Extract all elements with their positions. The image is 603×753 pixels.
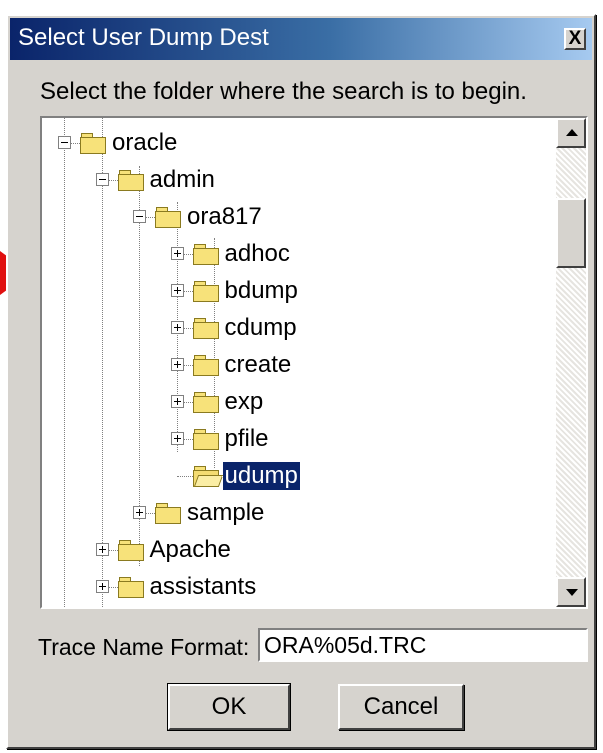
tree-item-label: adhoc [224, 240, 290, 267]
tree-item-label: assistants [149, 573, 257, 600]
tree-item-admin[interactable]: admin [42, 163, 556, 199]
collapse-icon[interactable] [133, 210, 146, 223]
tree-item-label: Apache [149, 536, 231, 563]
expand-icon[interactable] [170, 247, 184, 260]
folder-icon [155, 207, 181, 228]
tree-item-label: bdump [224, 277, 298, 304]
expand-icon[interactable] [95, 543, 109, 556]
tree-item-bdump[interactable]: bdump [42, 274, 556, 310]
collapse-icon[interactable] [58, 136, 71, 149]
tree-item-ora817[interactable]: ora817 [42, 200, 556, 236]
tree-item-label: sample [187, 499, 265, 526]
scroll-down-button[interactable] [556, 577, 586, 607]
tree-item-pfile[interactable]: pfile [42, 422, 556, 458]
expand-icon[interactable] [170, 321, 184, 334]
scroll-up-button[interactable] [556, 118, 586, 148]
folder-icon [192, 392, 219, 413]
open-folder-icon [192, 466, 223, 487]
folder-tree-content: oracle admin ora817 adhoc bdump cdump create ex… [42, 118, 556, 607]
folder-icon [192, 429, 219, 450]
dialog-title: Select User Dump Dest [18, 24, 269, 51]
folder-icon [117, 577, 144, 598]
folder-tree[interactable]: oracle admin ora817 adhoc bdump cdump create ex… [40, 116, 588, 609]
collapse-icon[interactable] [95, 173, 109, 186]
tree-item-label: exp [224, 388, 264, 415]
tree-item-cdump[interactable]: cdump [42, 311, 556, 347]
tree-item-assistants[interactable]: assistants [42, 570, 556, 606]
tree-item-adhoc[interactable]: adhoc [42, 237, 556, 273]
tree-item-label: ora817 [187, 203, 262, 230]
tree-item-label: pfile [224, 425, 269, 452]
tree-scrollbar[interactable] [556, 118, 586, 607]
expand-icon[interactable] [133, 506, 146, 519]
tree-item-label: admin [149, 166, 215, 193]
folder-icon [192, 244, 219, 265]
ok-button[interactable]: OK [167, 683, 291, 731]
tree-item-label: oracle [112, 129, 178, 156]
trace-name-format-label: Trace Name Format: [38, 634, 250, 660]
expand-icon[interactable] [170, 432, 184, 445]
select-user-dump-dest-dialog: Select User Dump Dest X Select the folde… [6, 14, 596, 749]
close-button[interactable]: X [564, 28, 586, 50]
tree-item-apache[interactable]: Apache [42, 533, 556, 569]
tree-item-label: create [224, 351, 292, 378]
folder-icon [192, 281, 219, 302]
expand-icon[interactable] [170, 284, 184, 297]
tree-item-exp[interactable]: exp [42, 385, 556, 421]
folder-icon [155, 503, 181, 524]
trace-name-format-input[interactable]: ORA%05d.TRC [258, 628, 588, 662]
tree-item-label: udump [221, 461, 301, 491]
scroll-thumb[interactable] [556, 198, 586, 268]
folder-icon [192, 355, 219, 376]
expand-icon[interactable] [95, 580, 109, 593]
folder-icon [80, 133, 106, 154]
folder-icon [192, 318, 219, 339]
tree-item-create[interactable]: create [42, 348, 556, 384]
tree-item-label: cdump [224, 314, 297, 341]
expand-icon[interactable] [170, 395, 184, 408]
tree-item-sample[interactable]: sample [42, 496, 556, 532]
tree-item-oracle[interactable]: oracle [42, 126, 556, 162]
title-bar[interactable]: Select User Dump Dest X [10, 18, 592, 60]
instruction-text: Select the folder where the search is to… [40, 78, 527, 105]
folder-icon [117, 540, 144, 561]
cancel-button[interactable]: Cancel [338, 684, 464, 730]
tree-item-udump[interactable]: udump [42, 459, 556, 495]
expand-icon[interactable] [170, 358, 184, 371]
folder-icon [117, 170, 144, 191]
